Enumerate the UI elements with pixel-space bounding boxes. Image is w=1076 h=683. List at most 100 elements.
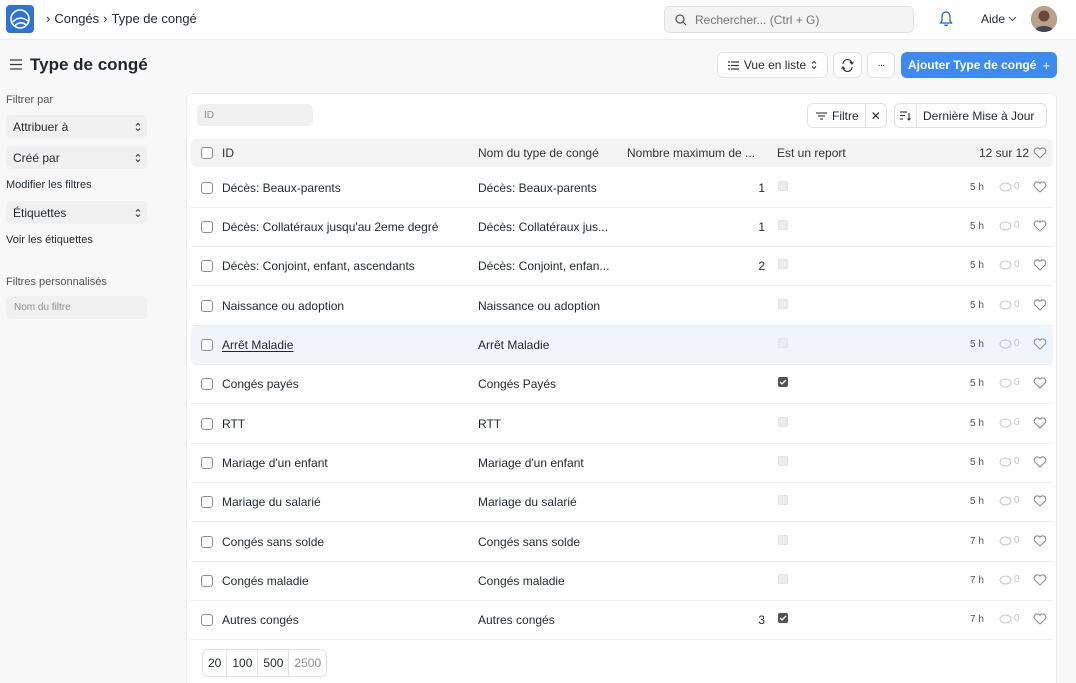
row-comment-count[interactable]: 0: [999, 181, 1020, 192]
heart-icon[interactable]: [1033, 574, 1047, 586]
user-avatar[interactable]: [1031, 6, 1057, 32]
created-by-filter[interactable]: Créé par: [6, 146, 147, 169]
table-row[interactable]: Décès: Collatéraux jusqu'au 2eme degré Dé…: [191, 208, 1053, 247]
page-size-500[interactable]: 500: [258, 650, 290, 676]
heart-icon[interactable]: [1033, 220, 1047, 232]
row-id-link[interactable]: RTT: [222, 417, 245, 431]
table-row[interactable]: Congés payés Congés Payés 5 h 0: [191, 365, 1053, 404]
row-checkbox[interactable]: [201, 575, 213, 587]
row-id-link[interactable]: Congés maladie: [222, 574, 309, 588]
more-actions-button[interactable]: ···: [867, 52, 895, 78]
row-name: Autres congés: [478, 613, 555, 627]
heart-icon[interactable]: [1033, 613, 1047, 625]
id-filter-input[interactable]: ID: [197, 104, 313, 126]
search-input[interactable]: [695, 12, 895, 27]
row-id-link[interactable]: Naissance ou adoption: [222, 299, 344, 313]
help-dropdown[interactable]: Aide: [981, 12, 1017, 26]
row-id-link[interactable]: Mariage du salarié: [222, 495, 321, 509]
column-header-max[interactable]: Nombre maximum de ...: [627, 146, 755, 160]
row-id-link[interactable]: Congés payés: [222, 377, 299, 391]
table-row[interactable]: Naissance ou adoption Naissance ou adopti…: [191, 287, 1053, 326]
row-comment-count[interactable]: 0: [999, 377, 1020, 388]
column-header-id[interactable]: ID: [222, 146, 234, 160]
row-checkbox[interactable]: [201, 496, 213, 508]
table-row[interactable]: Mariage du salarié Mariage du salarié 5 h 0: [191, 483, 1053, 522]
view-switcher-button[interactable]: Vue en liste: [717, 52, 828, 78]
breadcrumb-item-type-de-conge[interactable]: Type de congé: [112, 11, 197, 26]
edit-filters-link[interactable]: Modifier les filtres: [6, 179, 92, 191]
row-report-checkbox: [778, 535, 788, 545]
assigned-to-filter[interactable]: Attribuer à: [6, 115, 147, 138]
row-checkbox[interactable]: [201, 457, 213, 469]
row-id-link[interactable]: Arrêt Maladie: [222, 338, 293, 352]
sidebar-toggle[interactable]: [10, 58, 22, 73]
row-comment-count[interactable]: 0: [999, 259, 1020, 270]
table-row[interactable]: Congés sans solde Congés sans solde 7 h 0: [191, 523, 1053, 562]
comment-icon: [999, 614, 1012, 623]
row-comment-count[interactable]: 0: [999, 220, 1020, 231]
table-row[interactable]: Arrêt Maladie Arrêt Maladie 5 h 0: [191, 326, 1053, 365]
heart-icon[interactable]: [1033, 338, 1047, 350]
row-id-link[interactable]: Décès: Collatéraux jusqu'au 2eme degré: [222, 220, 438, 234]
row-id-link[interactable]: Autres congés: [222, 613, 299, 627]
heart-icon[interactable]: [1033, 377, 1047, 389]
sort-direction-toggle[interactable]: [895, 104, 917, 127]
heart-icon[interactable]: [1033, 417, 1047, 429]
heart-icon[interactable]: [1033, 535, 1047, 547]
row-checkbox[interactable]: [201, 300, 213, 312]
table-row[interactable]: Décès: Beaux-parents Décès: Beaux-parents…: [191, 169, 1053, 208]
table-row[interactable]: Décès: Conjoint, enfant, ascendants Décès…: [191, 247, 1053, 286]
filter-name-input[interactable]: Nom du filtre: [6, 296, 147, 319]
heart-icon[interactable]: [1033, 495, 1047, 507]
sort-button[interactable]: Dernière Mise à Jour: [894, 103, 1047, 128]
column-header-name[interactable]: Nom du type de congé: [478, 146, 599, 160]
heart-icon[interactable]: [1033, 299, 1047, 311]
row-checkbox[interactable]: [201, 536, 213, 548]
heart-icon[interactable]: [1033, 456, 1047, 468]
row-id-link[interactable]: Congés sans solde: [222, 535, 324, 549]
page-size-100[interactable]: 100: [227, 650, 259, 676]
filter-button[interactable]: Filtre ✕: [807, 103, 887, 128]
row-checkbox[interactable]: [201, 182, 213, 194]
add-leave-type-button[interactable]: Ajouter Type de congé +: [901, 52, 1057, 78]
row-comment-count[interactable]: 0: [999, 299, 1020, 310]
table-row[interactable]: Autres congés Autres congés 3 7 h 0: [191, 601, 1053, 640]
show-tags-link[interactable]: Voir les étiquettes: [6, 234, 93, 246]
page-size-20[interactable]: 20: [203, 650, 228, 676]
row-checkbox[interactable]: [201, 614, 213, 626]
clear-filter-icon[interactable]: ✕: [866, 109, 886, 123]
filter-open-button[interactable]: Filtre: [808, 104, 866, 127]
row-checkbox[interactable]: [201, 260, 213, 272]
refresh-button[interactable]: [833, 52, 862, 78]
row-comment-count[interactable]: 0: [999, 574, 1020, 585]
table-row[interactable]: Congés maladie Congés maladie 7 h 0: [191, 562, 1053, 601]
table-row[interactable]: RTT RTT 5 h 0: [191, 405, 1053, 444]
table-row[interactable]: Mariage d'un enfant Mariage d'un enfant 5 …: [191, 444, 1053, 483]
row-id-link[interactable]: Décès: Beaux-parents: [222, 181, 341, 195]
breadcrumb-item-conges[interactable]: Congés: [54, 11, 99, 26]
row-checkbox[interactable]: [201, 339, 213, 351]
page-size-2500[interactable]: 2500: [289, 650, 326, 676]
row-checkbox[interactable]: [201, 378, 213, 390]
tags-filter[interactable]: Étiquettes: [6, 201, 147, 224]
row-comment-count[interactable]: 0: [999, 535, 1020, 546]
heart-icon[interactable]: [1033, 181, 1047, 193]
notification-bell[interactable]: [939, 11, 953, 30]
comment-icon: [999, 221, 1012, 230]
heart-icon[interactable]: [1033, 259, 1047, 271]
row-checkbox[interactable]: [201, 221, 213, 233]
row-comment-count[interactable]: 0: [999, 338, 1020, 349]
row-comment-count[interactable]: 0: [999, 495, 1020, 506]
comment-icon: [999, 575, 1012, 584]
select-all-checkbox[interactable]: [201, 147, 213, 159]
row-comment-count[interactable]: 0: [999, 613, 1020, 624]
row-comment-count[interactable]: 0: [999, 417, 1020, 428]
row-comment-count[interactable]: 0: [999, 456, 1020, 467]
row-checkbox[interactable]: [201, 418, 213, 430]
row-id-link[interactable]: Décès: Conjoint, enfant, ascendants: [222, 259, 415, 273]
row-id-link[interactable]: Mariage d'un enfant: [222, 456, 328, 470]
heart-icon[interactable]: [1033, 147, 1047, 159]
app-logo[interactable]: [6, 5, 34, 33]
search-bar[interactable]: [664, 6, 914, 33]
column-header-report[interactable]: Est un report: [777, 146, 846, 160]
